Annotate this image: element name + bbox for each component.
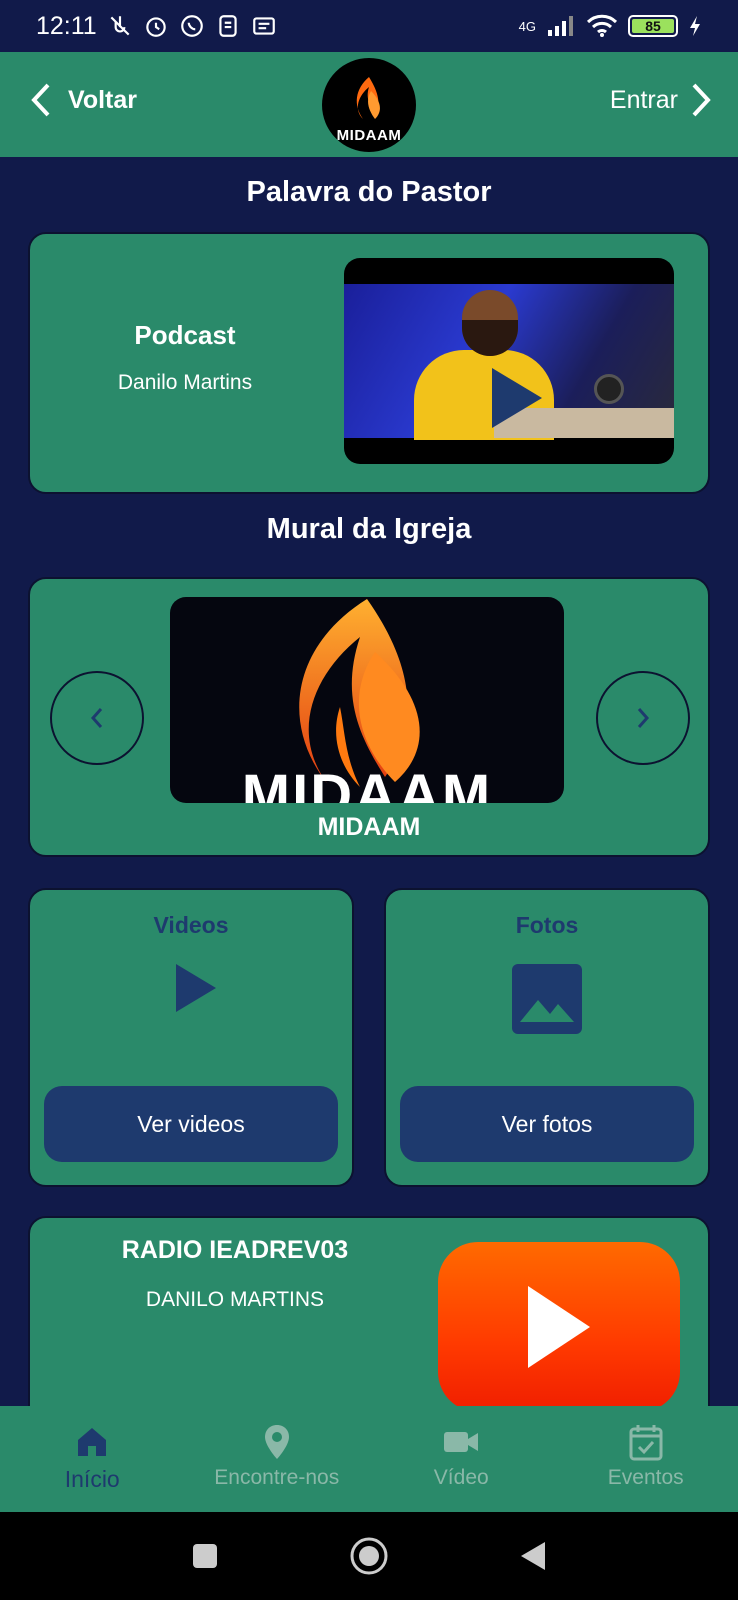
recents-square-icon[interactable] <box>191 1542 219 1570</box>
section-title-mural: Mural da Igreja <box>266 513 472 545</box>
play-icon <box>528 1286 590 1368</box>
radio-play-button[interactable] <box>438 1242 680 1412</box>
back-label: Voltar <box>68 85 137 114</box>
back-triangle-icon[interactable] <box>519 1540 547 1572</box>
chevron-right-icon <box>637 708 650 728</box>
carousel-next-button[interactable] <box>596 671 690 765</box>
podcast-video-thumbnail[interactable] <box>344 258 674 464</box>
podcast-info: Podcast Danilo Martins <box>30 320 340 395</box>
nav-label-find-us: Encontre-nos <box>214 1466 340 1489</box>
enter-label: Entrar <box>609 85 678 114</box>
calendar-check-icon <box>629 1425 663 1461</box>
nav-label-video: Vídeo <box>433 1466 489 1489</box>
status-bar: 12:11 4G 85 <box>0 0 738 52</box>
charging-icon <box>690 16 700 36</box>
podcast-author: Danilo Martins <box>117 371 253 394</box>
nav-item-video[interactable]: Vídeo <box>369 1406 554 1512</box>
photos-card: Fotos Ver fotos <box>384 888 710 1187</box>
thumbnail-mic <box>594 374 624 404</box>
videos-title: Videos <box>153 912 229 938</box>
carousel-image[interactable]: MIDAAM <box>170 597 564 803</box>
videocam-icon <box>444 1432 479 1452</box>
nav-item-events[interactable]: Eventos <box>554 1406 738 1512</box>
notification-icons <box>107 13 277 39</box>
carousel-caption: MIDAAM <box>317 813 421 841</box>
message-icon <box>252 17 275 35</box>
videos-card: Videos Ver videos <box>28 888 354 1187</box>
enter-button[interactable]: Entrar <box>610 82 712 118</box>
view-videos-button[interactable]: Ver videos <box>44 1086 338 1162</box>
chevron-right-icon <box>692 83 711 117</box>
app-logo: MIDAAM <box>322 58 416 152</box>
photos-title: Fotos <box>515 912 579 938</box>
chevron-left-icon <box>90 708 103 728</box>
whatsapp-icon <box>180 15 203 37</box>
flame-icon <box>356 77 380 119</box>
chevron-left-icon <box>31 83 50 117</box>
play-icon[interactable] <box>492 368 542 428</box>
nav-label-home: Início <box>64 1466 120 1492</box>
carousel-prev-button[interactable] <box>50 671 144 765</box>
view-photos-button[interactable]: Ver fotos <box>400 1086 694 1162</box>
alarm-icon <box>145 17 166 37</box>
video-scene <box>344 284 674 440</box>
radio-subtitle: DANILO MARTINS <box>145 1288 325 1311</box>
sim-icon <box>219 15 237 37</box>
network-type: 4G <box>518 18 536 34</box>
app-bar: Voltar MIDAAM Entrar <box>0 52 738 157</box>
podcast-card[interactable]: Podcast Danilo Martins <box>28 232 710 494</box>
podcast-title: Podcast <box>134 320 236 350</box>
section-title-pastor: Palavra do Pastor <box>246 176 492 208</box>
nav-item-find-us[interactable]: Encontre-nos <box>185 1406 370 1512</box>
back-button[interactable]: Voltar <box>30 82 137 118</box>
image-icon <box>512 964 582 1034</box>
wifi-icon <box>586 14 618 37</box>
nav-item-home[interactable]: Início <box>0 1406 185 1512</box>
bottom-navigation: Início Encontre-nos Vídeo Eventos <box>0 1406 738 1512</box>
mural-carousel-card: MIDAAM MIDAAM <box>28 577 710 857</box>
signal-icon <box>548 16 573 36</box>
radio-title: RADIO IEADREV03 <box>121 1236 349 1264</box>
nav-label-events: Eventos <box>607 1466 684 1489</box>
play-icon <box>176 964 216 1012</box>
location-pin-icon <box>264 1425 289 1459</box>
system-navigation-bar <box>0 1512 738 1600</box>
home-circle-icon[interactable] <box>349 1536 389 1576</box>
battery-icon: 85 <box>628 15 678 37</box>
home-icon <box>78 1428 107 1456</box>
battery-level: 85 <box>632 19 674 33</box>
mute-icon <box>110 16 130 36</box>
logo-text: MIDAAM <box>336 127 402 144</box>
carousel-image-text: MIDAAM <box>241 763 493 803</box>
status-time: 12:11 <box>36 11 97 40</box>
